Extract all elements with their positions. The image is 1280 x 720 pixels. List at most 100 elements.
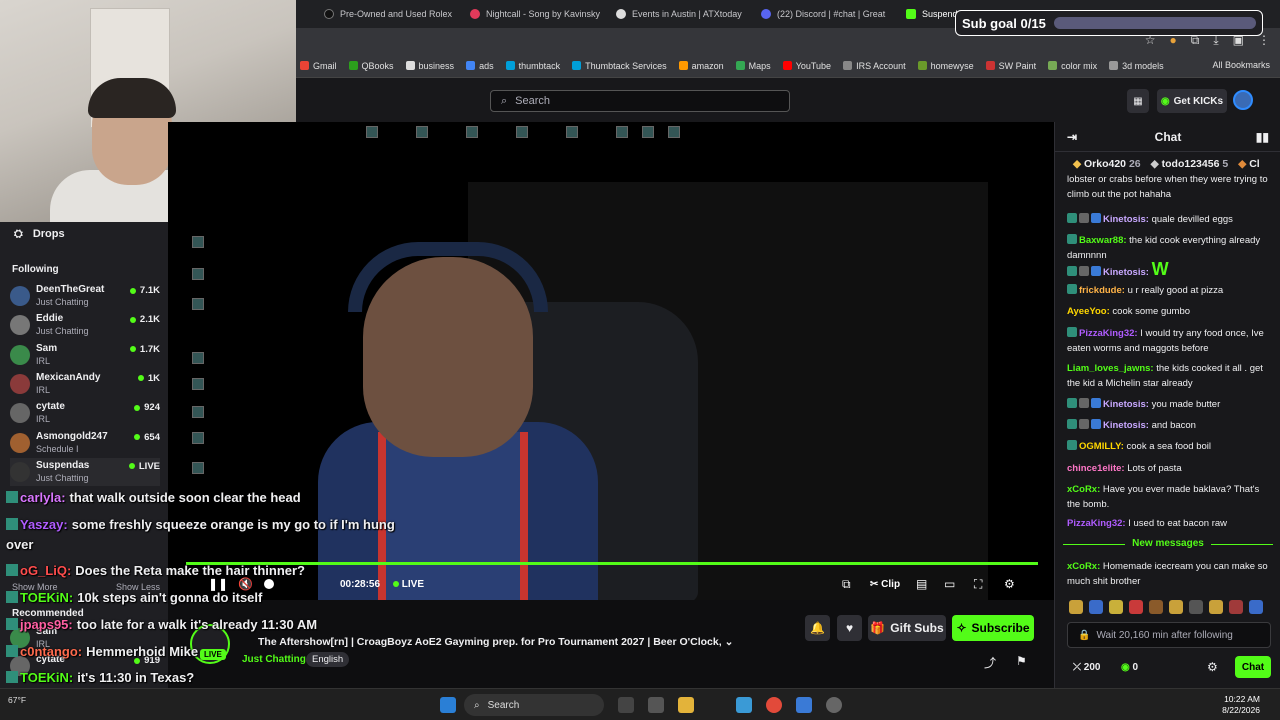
theater-icon[interactable]: ▭: [944, 577, 955, 591]
emote-icon[interactable]: [1249, 600, 1263, 614]
bookmark-item[interactable]: Maps: [735, 61, 771, 71]
sidebar-followed-channel[interactable]: Asmongold247 Schedule I 654: [10, 429, 160, 457]
volume-icon[interactable]: 🔇: [238, 577, 253, 591]
chat-username[interactable]: xCoRx:: [1067, 484, 1100, 495]
emote-icon[interactable]: [1129, 600, 1143, 614]
windows-start-icon[interactable]: [440, 697, 456, 713]
chat-username[interactable]: Baxwar88:: [1079, 235, 1127, 246]
sidebar-followed-channel[interactable]: cytate IRL 924: [10, 399, 160, 427]
sidebar-followed-channel[interactable]: Suspendas Just Chatting LIVE: [10, 457, 160, 486]
browser-tab[interactable]: Events in Austin | ATXtoday✕: [616, 4, 746, 24]
drops-link[interactable]: ⛭ Drops: [14, 228, 65, 241]
app-icon[interactable]: [796, 697, 812, 713]
pause-icon[interactable]: ❚❚: [208, 577, 228, 591]
subscribe-button[interactable]: ✧ Subscribe: [952, 615, 1034, 641]
badge-icon: [6, 591, 18, 603]
notepad-icon[interactable]: [648, 697, 664, 713]
weather-widget[interactable]: 67°F: [8, 695, 26, 705]
chat-settings-gear-icon[interactable]: ⚙: [1207, 660, 1218, 674]
task-view-icon[interactable]: [618, 697, 634, 713]
browser-tab[interactable]: (22) Discord | #chat | Great✕: [761, 4, 891, 24]
video-progress-bar[interactable]: [186, 562, 1038, 565]
stream-category[interactable]: Just Chatting: [242, 654, 306, 665]
clip-button[interactable]: ✂ Clip: [870, 579, 900, 590]
notification-bell-button[interactable]: 🔔: [805, 615, 830, 641]
chat-username[interactable]: xCoRx:: [1067, 561, 1100, 572]
bookmark-item[interactable]: 3d models: [1109, 61, 1164, 71]
file-explorer-icon[interactable]: [678, 697, 694, 713]
chevron-down-icon[interactable]: ⌄: [725, 636, 734, 648]
pip-icon[interactable]: ⧉: [842, 577, 851, 592]
bookmark-item[interactable]: QBooks: [348, 61, 394, 71]
obs-icon[interactable]: [826, 697, 842, 713]
chat-username[interactable]: Kinetosis:: [1103, 420, 1149, 431]
sidebar-followed-channel[interactable]: Sam IRL 1.7K: [10, 341, 160, 369]
app-icon[interactable]: [736, 697, 752, 713]
gift-subs-button[interactable]: 🎁 Gift Subs: [868, 615, 946, 641]
emote-icon[interactable]: [1089, 600, 1103, 614]
chat-input[interactable]: 🔒 Wait 20,160 min after following: [1067, 622, 1271, 648]
chat-username[interactable]: PizzaKing32:: [1079, 328, 1138, 339]
browser-tab[interactable]: Nightcall - Song by Kavinsky✕: [470, 4, 600, 24]
emote-icon[interactable]: [1069, 600, 1083, 614]
volume-slider[interactable]: [264, 579, 274, 589]
browse-icon[interactable]: ▦: [1127, 89, 1149, 113]
emote-icon[interactable]: [1189, 600, 1203, 614]
chat-overlay-icon[interactable]: ▤: [916, 577, 927, 591]
sidebar-followed-channel[interactable]: Eddie Just Chatting 2.1K: [10, 311, 160, 339]
share-icon[interactable]: ⤴: [984, 654, 996, 671]
taskbar-clock[interactable]: 10:22 AM 8/22/2026: [1222, 694, 1260, 716]
all-bookmarks-link[interactable]: All Bookmarks: [1212, 60, 1270, 70]
chat-username[interactable]: Liam_loves_jawns:: [1067, 363, 1154, 374]
report-icon[interactable]: ⚑: [1016, 654, 1027, 668]
chat-settings-icon[interactable]: ▮▮: [1256, 130, 1269, 144]
points-value: 0: [1132, 662, 1139, 673]
bookmark-item[interactable]: color mix: [1048, 61, 1097, 71]
chat-username[interactable]: frickdude:: [1079, 285, 1125, 296]
kicks-balance[interactable]: ⤫ 200: [1073, 662, 1100, 673]
send-chat-button[interactable]: Chat: [1235, 656, 1271, 678]
chat-username[interactable]: chince1elite:: [1067, 463, 1125, 474]
chat-username[interactable]: PizzaKing32:: [1067, 518, 1126, 529]
bookmark-item[interactable]: thumbtack: [505, 61, 560, 71]
taskbar-search[interactable]: ⌕ Search: [464, 694, 604, 716]
chat-username[interactable]: Kinetosis:: [1103, 214, 1149, 225]
chat-username[interactable]: AyeeYoo:: [1067, 306, 1110, 317]
bookmark-item[interactable]: YouTube: [782, 61, 831, 71]
avatar: [10, 315, 30, 336]
bookmark-item[interactable]: Thumbtack Services: [572, 61, 667, 71]
bookmark-item[interactable]: IRS Account: [843, 61, 906, 71]
chat-username[interactable]: Kinetosis:: [1103, 267, 1149, 278]
emote-icon[interactable]: [1209, 600, 1223, 614]
bookmark-item[interactable]: SW Paint: [985, 61, 1036, 71]
chat-username[interactable]: Kinetosis:: [1103, 399, 1149, 410]
bookmark-item[interactable]: ads: [466, 61, 494, 71]
gifter-item[interactable]: ◆ todo123456 5: [1151, 158, 1229, 170]
emote-icon[interactable]: [1229, 600, 1243, 614]
browser-tab[interactable]: Pre-Owned and Used Rolex✕: [324, 4, 456, 24]
settings-icon[interactable]: ⚙: [1004, 577, 1015, 591]
emote-icon[interactable]: [1169, 600, 1183, 614]
emote-icon[interactable]: [1149, 600, 1163, 614]
bookmark-item[interactable]: business: [405, 61, 454, 71]
bookmark-item[interactable]: homewyse: [917, 61, 974, 71]
fullscreen-icon[interactable]: ⛶: [974, 577, 982, 592]
chat-username[interactable]: OGMILLY:: [1079, 441, 1124, 452]
user-avatar[interactable]: [1233, 90, 1253, 110]
bookmark-item[interactable]: Gmail: [300, 61, 337, 71]
gifter-item[interactable]: ◆ Orko420 26: [1073, 158, 1141, 170]
bookmark-item[interactable]: amazon: [678, 61, 724, 71]
sidebar-followed-channel[interactable]: MexicanAndy IRL 1K: [10, 370, 160, 398]
gifter-item[interactable]: ◆ Cl: [1238, 158, 1260, 170]
collapse-chat-icon[interactable]: ⇥: [1067, 130, 1077, 144]
search-input[interactable]: ⌕ Search: [490, 90, 790, 112]
language-tag[interactable]: English: [306, 652, 350, 667]
emote-icon[interactable]: [1109, 600, 1123, 614]
chrome-icon[interactable]: [766, 697, 782, 713]
follow-heart-button[interactable]: ♥: [837, 615, 862, 641]
get-kicks-button[interactable]: ◉ Get KICKs: [1157, 89, 1227, 113]
bookmark-icon: [782, 61, 792, 70]
sidebar-followed-channel[interactable]: DeenTheGreat Just Chatting 7.1K: [10, 282, 160, 310]
badge-icon: [1067, 327, 1077, 337]
points-balance[interactable]: ◉ 0: [1121, 662, 1138, 673]
